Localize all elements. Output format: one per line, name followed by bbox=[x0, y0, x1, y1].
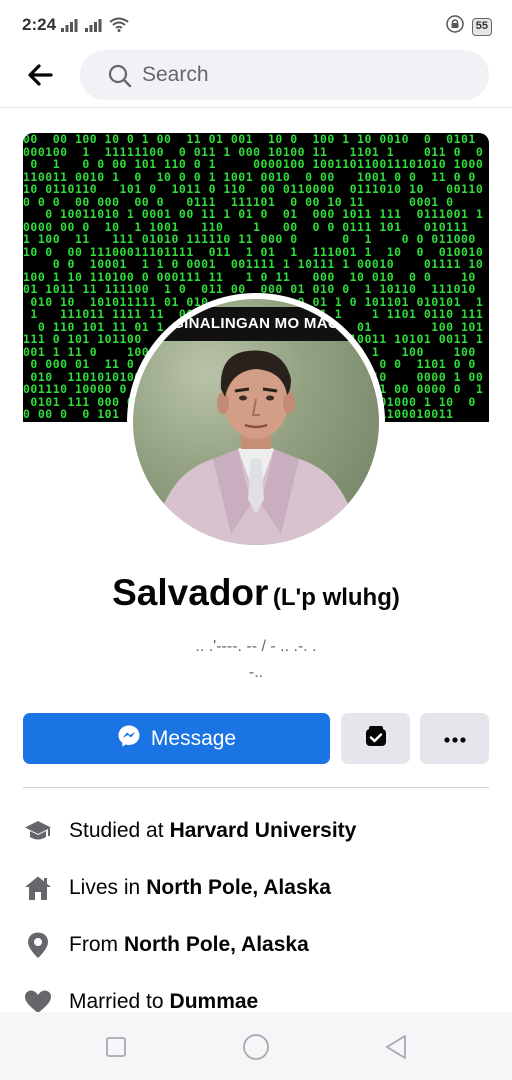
bio-line: .. .'----. -- / - .. .-. . bbox=[195, 638, 317, 655]
more-options-button[interactable] bbox=[420, 713, 489, 764]
message-button-label: Message bbox=[150, 726, 237, 750]
home-button[interactable] bbox=[241, 1032, 271, 1062]
lock-icon bbox=[446, 15, 464, 38]
search-placeholder: Search bbox=[142, 63, 209, 86]
signal-icon bbox=[61, 18, 79, 37]
signal-icon bbox=[85, 18, 103, 37]
detail-prefix: Studied at bbox=[69, 819, 164, 842]
circle-icon bbox=[243, 1034, 269, 1060]
profile-alt-name: (L'p wluhg) bbox=[272, 584, 400, 611]
profile-name-row: Salvador (L'p wluhg) bbox=[0, 572, 512, 614]
detail-value[interactable]: North Pole, Alaska bbox=[124, 933, 309, 957]
status-icons-left bbox=[61, 17, 129, 37]
system-nav-bar bbox=[0, 1012, 512, 1080]
detail-prefix: Married to bbox=[69, 990, 164, 1013]
detail-current-city: Lives in North Pole, Alaska bbox=[23, 873, 489, 903]
detail-prefix: From bbox=[69, 933, 118, 956]
top-bar: Search bbox=[0, 48, 512, 108]
wallet-button[interactable] bbox=[341, 713, 410, 764]
back-button[interactable] bbox=[22, 60, 58, 90]
battery-icon: 55 bbox=[471, 17, 492, 36]
status-icons-right: 55 bbox=[446, 15, 492, 38]
detail-value[interactable]: Dummae bbox=[170, 990, 259, 1014]
profile-bio: .. .'----. -- / - .. .-. . -.. bbox=[0, 634, 512, 686]
status-time: 2:24 bbox=[22, 15, 57, 34]
messenger-icon bbox=[117, 724, 141, 754]
avatar-frame-banner: GINALINGAN MO MAG bbox=[133, 307, 379, 341]
profile-name: Salvador bbox=[112, 572, 269, 613]
location-pin-icon bbox=[23, 930, 53, 960]
more-dots-icon bbox=[443, 730, 466, 748]
recents-button[interactable] bbox=[101, 1032, 131, 1062]
profile-picture[interactable]: GINALINGAN MO MAG bbox=[127, 293, 385, 551]
triangle-back-icon bbox=[386, 1035, 406, 1059]
message-button[interactable]: Message bbox=[23, 713, 330, 764]
graduation-cap-icon bbox=[23, 816, 53, 846]
wallet-check-icon bbox=[364, 724, 388, 753]
status-bar: 2:24 55 bbox=[0, 0, 512, 48]
back-arrow-icon bbox=[28, 64, 53, 86]
home-icon bbox=[23, 873, 53, 903]
detail-education: Studied at Harvard University bbox=[23, 816, 489, 846]
back-nav-button[interactable] bbox=[381, 1032, 411, 1062]
search-input[interactable]: Search bbox=[80, 50, 489, 100]
square-icon bbox=[106, 1037, 126, 1057]
detail-prefix: Lives in bbox=[69, 876, 141, 899]
bio-line: -.. bbox=[248, 664, 264, 681]
detail-hometown: From North Pole, Alaska bbox=[23, 930, 489, 960]
divider bbox=[23, 787, 489, 788]
wifi-icon bbox=[109, 17, 129, 37]
avatar: GINALINGAN MO MAG bbox=[133, 299, 379, 545]
detail-value[interactable]: North Pole, Alaska bbox=[146, 876, 331, 900]
search-icon bbox=[108, 64, 132, 93]
detail-value[interactable]: Harvard University bbox=[170, 819, 357, 843]
